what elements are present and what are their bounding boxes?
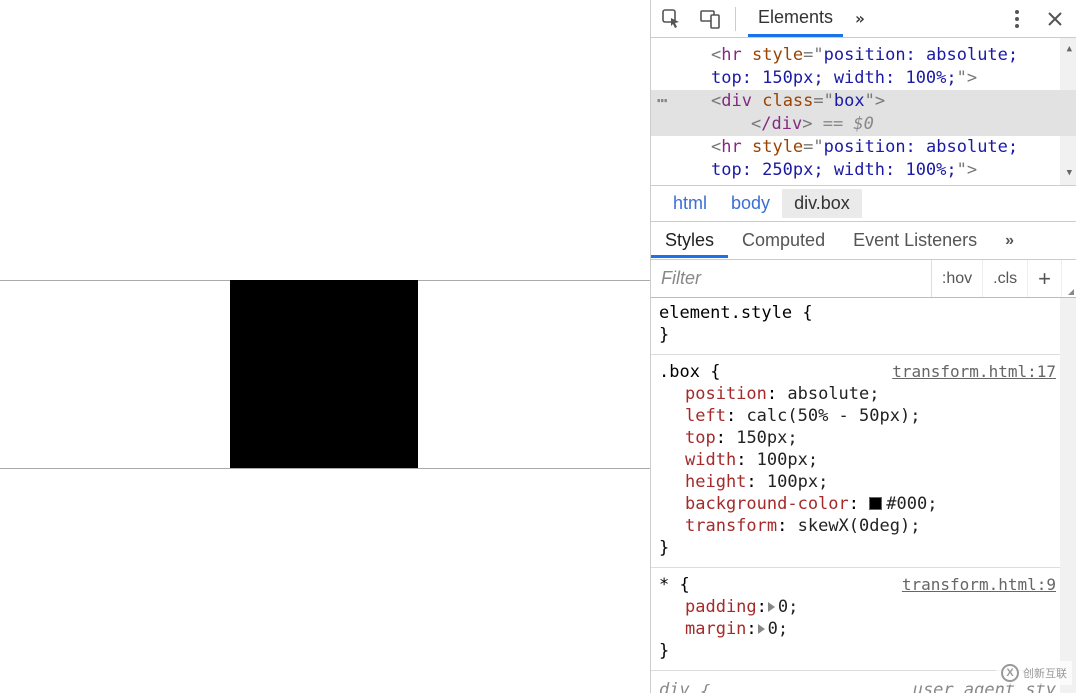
breadcrumb-html[interactable]: html [661,189,719,218]
styles-filter-bar: :hov .cls + [651,260,1076,298]
breadcrumb-body[interactable]: body [719,189,782,218]
inspect-icon[interactable] [659,6,685,32]
page-viewport [0,0,650,693]
dom-tree[interactable]: ▲ ▼ <hr style="position: absolute; top: … [651,38,1076,186]
styles-filter-input[interactable] [651,260,932,297]
hov-toggle[interactable]: :hov [932,260,983,297]
black-box [230,280,418,468]
tab-styles[interactable]: Styles [651,224,728,258]
dom-node-div-box[interactable]: <div class="box"> </div> == $0 [651,90,1076,136]
close-icon[interactable] [1042,6,1068,32]
rule-star[interactable]: transform.html:9 * { padding:0; margin:0… [659,574,1076,662]
rule-element-style[interactable]: element.style { } [659,302,1076,346]
styles-tabs: Styles Computed Event Listeners » [651,222,1076,260]
scroll-up-icon[interactable]: ▲ [1067,38,1072,61]
new-rule-button[interactable]: + [1028,260,1062,297]
rule-box[interactable]: transform.html:17 .box { position: absol… [659,361,1076,559]
cls-toggle[interactable]: .cls [983,260,1028,297]
tab-event-listeners[interactable]: Event Listeners [839,224,991,257]
devtools-panel: Elements » ▲ ▼ <hr style="position: abso… [650,0,1076,693]
dom-node-hr1[interactable]: <hr style="position: absolute; top: 150p… [651,44,1076,90]
expand-icon[interactable] [758,624,765,634]
dom-node-hr2[interactable]: <hr style="position: absolute; top: 250p… [651,136,1076,182]
tabs-overflow-icon[interactable]: » [855,9,865,28]
tab-computed[interactable]: Computed [728,224,839,257]
breadcrumb: html body div.box [651,186,1076,222]
devtools-toolbar: Elements » [651,0,1076,38]
styles-tabs-overflow-icon[interactable]: » [991,226,1028,256]
device-toggle-icon[interactable] [697,6,723,32]
breadcrumb-divbox[interactable]: div.box [782,189,862,218]
filter-resize-icon[interactable] [1062,260,1076,297]
watermark-text: 创新互联 [1023,665,1067,681]
rule-source-link[interactable]: transform.html:9 [902,574,1056,596]
scroll-down-icon[interactable]: ▼ [1067,162,1072,185]
styles-rules-pane[interactable]: element.style { } transform.html:17 .box… [651,298,1076,693]
watermark-logo-icon: X [1001,664,1019,682]
kebab-menu-icon[interactable] [1004,6,1030,32]
expand-icon[interactable] [768,602,775,612]
horizontal-rule-bottom [0,468,650,469]
rule-source-link[interactable]: transform.html:17 [892,361,1056,383]
watermark: X 创新互联 [996,661,1072,685]
tab-elements[interactable]: Elements [748,1,843,37]
color-swatch-icon[interactable] [869,497,882,510]
